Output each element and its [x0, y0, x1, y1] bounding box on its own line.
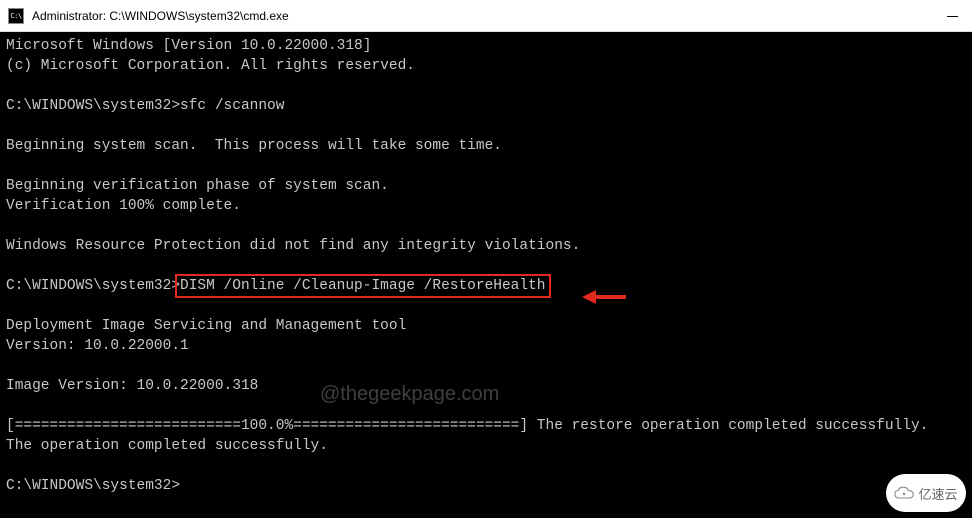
- output-line: Windows Resource Protection did not find…: [6, 238, 580, 254]
- output-line: Deployment Image Servicing and Managemen…: [6, 318, 406, 334]
- cloud-icon: [894, 486, 914, 500]
- output-line: (c) Microsoft Corporation. All rights re…: [6, 58, 415, 74]
- cmd-window: C:\ Administrator: C:\WINDOWS\system32\c…: [0, 0, 972, 518]
- window-controls: [932, 0, 972, 32]
- cmd-icon: C:\: [8, 8, 24, 24]
- output-line: Verification 100% complete.: [6, 198, 241, 214]
- output-line: Beginning system scan. This process will…: [6, 138, 502, 154]
- prompt-path: C:\WINDOWS\system32>: [6, 478, 180, 494]
- highlighted-command: DISM /Online /Cleanup-Image /RestoreHeal…: [175, 274, 550, 298]
- terminal-output[interactable]: Microsoft Windows [Version 10.0.22000.31…: [0, 32, 972, 518]
- output-line: [==========================100.0%=======…: [6, 418, 928, 434]
- badge-text: 亿速云: [918, 484, 957, 503]
- prompt-path: C:\WINDOWS\system32>: [6, 278, 180, 294]
- output-line: The operation completed successfully.: [6, 438, 328, 454]
- minimize-button[interactable]: [932, 0, 972, 32]
- prompt-path: C:\WINDOWS\system32>: [6, 98, 180, 114]
- vendor-badge: 亿速云: [886, 474, 966, 512]
- window-title: Administrator: C:\WINDOWS\system32\cmd.e…: [32, 9, 289, 23]
- output-line: Version: 10.0.22000.1: [6, 338, 189, 354]
- output-line: Image Version: 10.0.22000.318: [6, 378, 258, 394]
- titlebar[interactable]: C:\ Administrator: C:\WINDOWS\system32\c…: [0, 0, 972, 32]
- output-line: Beginning verification phase of system s…: [6, 178, 389, 194]
- command-text: sfc /scannow: [180, 98, 284, 114]
- watermark-text: @thegeekpage.com: [320, 384, 499, 404]
- annotation-arrow-icon: [582, 287, 628, 307]
- output-line: Microsoft Windows [Version 10.0.22000.31…: [6, 38, 371, 54]
- minimize-icon: [947, 16, 958, 17]
